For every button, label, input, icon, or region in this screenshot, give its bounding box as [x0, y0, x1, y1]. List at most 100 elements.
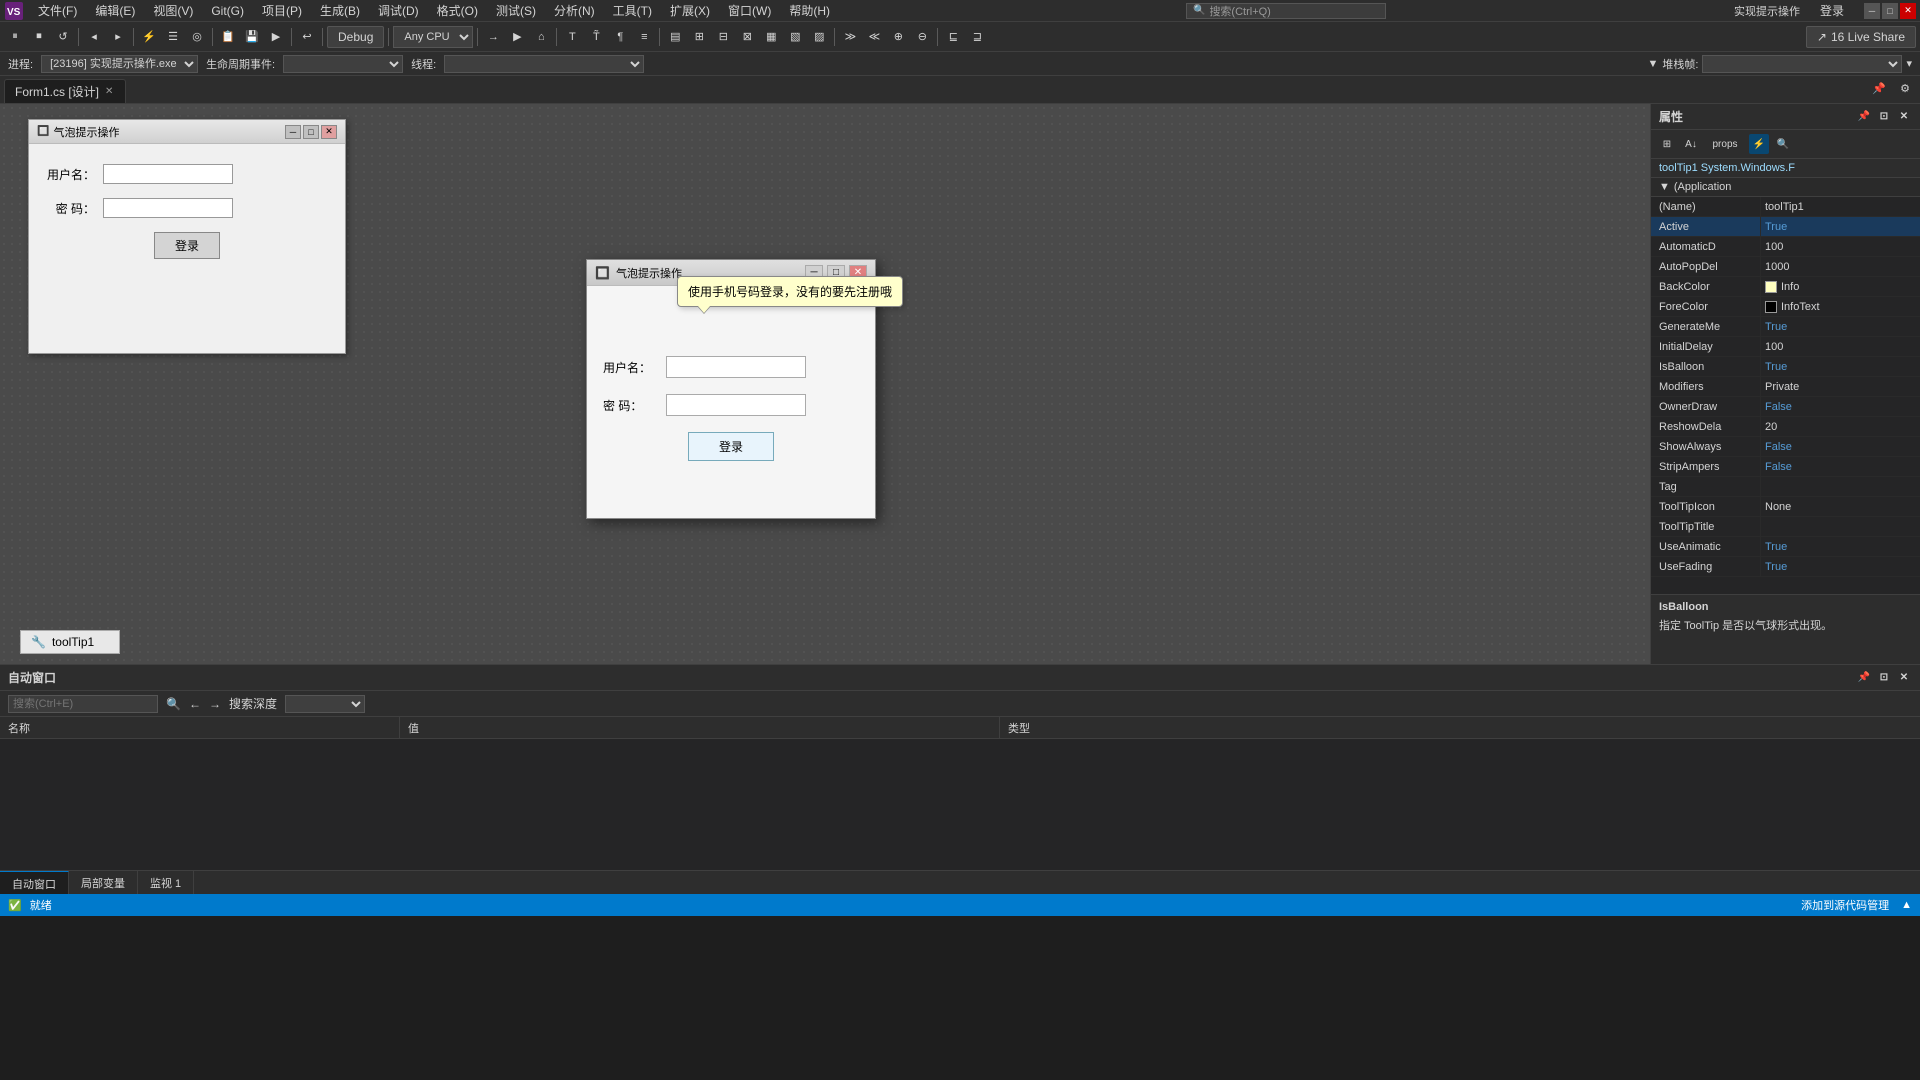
- cpu-select[interactable]: Any CPU: [393, 26, 473, 48]
- toolbar-btn-19[interactable]: ▧: [784, 26, 806, 48]
- menu-file[interactable]: 文件(F): [30, 0, 85, 21]
- depth-select[interactable]: [285, 695, 365, 713]
- bg-form-title-bar[interactable]: 🔲 气泡提示操作 ─ □ ✕: [29, 120, 345, 144]
- restart-btn[interactable]: ↺: [52, 26, 74, 48]
- toolbar-btn-4[interactable]: 📋: [217, 26, 239, 48]
- lifecycle-select[interactable]: [283, 55, 403, 73]
- toolbar-btn-1[interactable]: ⚡: [138, 26, 160, 48]
- pause-btn[interactable]: ⏸: [4, 26, 26, 48]
- bg-form-minimize[interactable]: ─: [285, 125, 301, 139]
- bg-form-maximize[interactable]: □: [303, 125, 319, 139]
- toolbar-btn-11[interactable]: T̃: [585, 26, 607, 48]
- menu-format[interactable]: 格式(O): [429, 0, 486, 21]
- main-dialog-window[interactable]: 🔲 气泡提示操作 ─ □ ✕ 使用手机号码登录，没有的要先注册哦: [586, 259, 876, 519]
- toolbar-btn-6[interactable]: ▶: [265, 26, 287, 48]
- menu-window[interactable]: 窗口(W): [720, 0, 779, 21]
- dialog-username-input[interactable]: [666, 356, 806, 378]
- toolbar-btn-5[interactable]: 💾: [241, 26, 263, 48]
- toolbar-btn-20[interactable]: ▨: [808, 26, 830, 48]
- toolbar-btn-22[interactable]: ≪: [863, 26, 885, 48]
- back-btn[interactable]: ◂: [83, 26, 105, 48]
- toolbar-btn-3[interactable]: ◎: [186, 26, 208, 48]
- menu-test[interactable]: 测试(S): [488, 0, 544, 21]
- props-row-forecolor[interactable]: ForeColor InfoText: [1651, 297, 1920, 317]
- dialog-login-btn[interactable]: 登录: [688, 432, 774, 461]
- props-row-isballoon[interactable]: IsBalloon True: [1651, 357, 1920, 377]
- props-row-tooltipicon[interactable]: ToolTipIcon None: [1651, 497, 1920, 517]
- toolbar-btn-18[interactable]: ▦: [760, 26, 782, 48]
- props-props-btn[interactable]: props: [1705, 134, 1745, 154]
- bg-form-login-btn[interactable]: 登录: [154, 232, 220, 259]
- toolbar-btn-13[interactable]: ≡: [633, 26, 655, 48]
- menu-build[interactable]: 生成(B): [312, 0, 368, 21]
- props-row-ownerdraw[interactable]: OwnerDraw False: [1651, 397, 1920, 417]
- bottom-tab-watch[interactable]: 监视 1: [138, 871, 194, 894]
- menu-tools[interactable]: 工具(T): [605, 0, 660, 21]
- background-form-window[interactable]: 🔲 气泡提示操作 ─ □ ✕ 用户名： 密 码：: [28, 119, 346, 354]
- tab-form1[interactable]: Form1.cs [设计] ✕: [4, 79, 126, 103]
- live-share-button[interactable]: ↗ 16 Live Share: [1806, 26, 1916, 48]
- props-row-active[interactable]: Active True: [1651, 217, 1920, 237]
- props-row-modifiers[interactable]: Modifiers Private: [1651, 377, 1920, 397]
- props-row-autopopdel[interactable]: AutoPopDel 1000: [1651, 257, 1920, 277]
- process-select[interactable]: [23196] 实现提示操作.exe: [41, 55, 198, 73]
- props-pin-btn[interactable]: 📌: [1856, 109, 1872, 125]
- menu-debug[interactable]: 调试(D): [370, 0, 427, 21]
- step-over-btn[interactable]: →: [482, 26, 504, 48]
- toolbar-btn-16[interactable]: ⊟: [712, 26, 734, 48]
- props-row-reshowdela[interactable]: ReshowDela 20: [1651, 417, 1920, 437]
- props-section-app[interactable]: ▼ (Application: [1651, 178, 1920, 197]
- maximize-btn[interactable]: □: [1882, 3, 1898, 19]
- stack-select[interactable]: [1702, 55, 1902, 73]
- props-row-tooltiptitle[interactable]: ToolTipTitle: [1651, 517, 1920, 537]
- dialog-password-input[interactable]: [666, 394, 806, 416]
- toolbar-btn-26[interactable]: ⊒: [966, 26, 988, 48]
- bottom-tab-locals[interactable]: 局部变量: [69, 871, 138, 894]
- toolbar-btn-8[interactable]: ▶: [506, 26, 528, 48]
- props-row-initialdelay[interactable]: InitialDelay 100: [1651, 337, 1920, 357]
- props-row-name[interactable]: (Name) toolTip1: [1651, 197, 1920, 217]
- toolbar-btn-21[interactable]: ≫: [839, 26, 861, 48]
- props-categorized-btn[interactable]: ⊞: [1657, 134, 1677, 154]
- designer-canvas[interactable]: 🔲 气泡提示操作 ─ □ ✕ 用户名： 密 码：: [0, 104, 1650, 664]
- menu-extensions[interactable]: 扩展(X): [662, 0, 718, 21]
- bg-form-password-input[interactable]: [103, 198, 233, 218]
- toolbar-btn-25[interactable]: ⊑: [942, 26, 964, 48]
- toolbar-btn-24[interactable]: ⊖: [911, 26, 933, 48]
- menu-view[interactable]: 视图(V): [145, 0, 201, 21]
- stop-btn[interactable]: ⏹: [28, 26, 50, 48]
- props-row-showalways[interactable]: ShowAlways False: [1651, 437, 1920, 457]
- undo-btn[interactable]: ↩: [296, 26, 318, 48]
- props-row-automaticd[interactable]: AutomaticD 100: [1651, 237, 1920, 257]
- menu-help[interactable]: 帮助(H): [781, 0, 838, 21]
- debug-mode-btn[interactable]: Debug: [327, 26, 384, 48]
- menu-git[interactable]: Git(G): [203, 2, 252, 20]
- source-control-btn[interactable]: 添加到源代码管理: [1801, 897, 1889, 913]
- toolbar-btn-10[interactable]: T: [561, 26, 583, 48]
- props-row-backcolor[interactable]: BackColor Info: [1651, 277, 1920, 297]
- bottom-tab-auto[interactable]: 自动窗口: [0, 871, 69, 894]
- bg-form-close[interactable]: ✕: [321, 125, 337, 139]
- toolbar-btn-15[interactable]: ⊞: [688, 26, 710, 48]
- toolbar-btn-23[interactable]: ⊕: [887, 26, 909, 48]
- toolbar-btn-2[interactable]: ☰: [162, 26, 184, 48]
- props-row-stripampers[interactable]: StripAmpers False: [1651, 457, 1920, 477]
- props-close-btn[interactable]: ✕: [1896, 109, 1912, 125]
- menu-analyze[interactable]: 分析(N): [546, 0, 603, 21]
- bottom-dock-btn[interactable]: ⊡: [1876, 670, 1892, 686]
- signin-button[interactable]: 登录: [1810, 0, 1854, 21]
- bottom-pin-btn[interactable]: 📌: [1856, 670, 1872, 686]
- toolbar-btn-12[interactable]: ¶: [609, 26, 631, 48]
- props-row-usefading[interactable]: UseFading True: [1651, 557, 1920, 577]
- minimize-btn[interactable]: ─: [1864, 3, 1880, 19]
- tab-close-btn[interactable]: ✕: [103, 86, 115, 97]
- toolbar-btn-17[interactable]: ⊠: [736, 26, 758, 48]
- toolbar-btn-14[interactable]: ▤: [664, 26, 686, 48]
- menu-edit[interactable]: 编辑(E): [87, 0, 143, 21]
- props-row-tag[interactable]: Tag: [1651, 477, 1920, 497]
- props-alphabetical-btn[interactable]: A↓: [1681, 134, 1701, 154]
- bottom-close-btn[interactable]: ✕: [1896, 670, 1912, 686]
- tooltip-component[interactable]: 🔧 toolTip1: [20, 630, 120, 654]
- forward-btn[interactable]: ▸: [107, 26, 129, 48]
- props-dock-btn[interactable]: ⊡: [1876, 109, 1892, 125]
